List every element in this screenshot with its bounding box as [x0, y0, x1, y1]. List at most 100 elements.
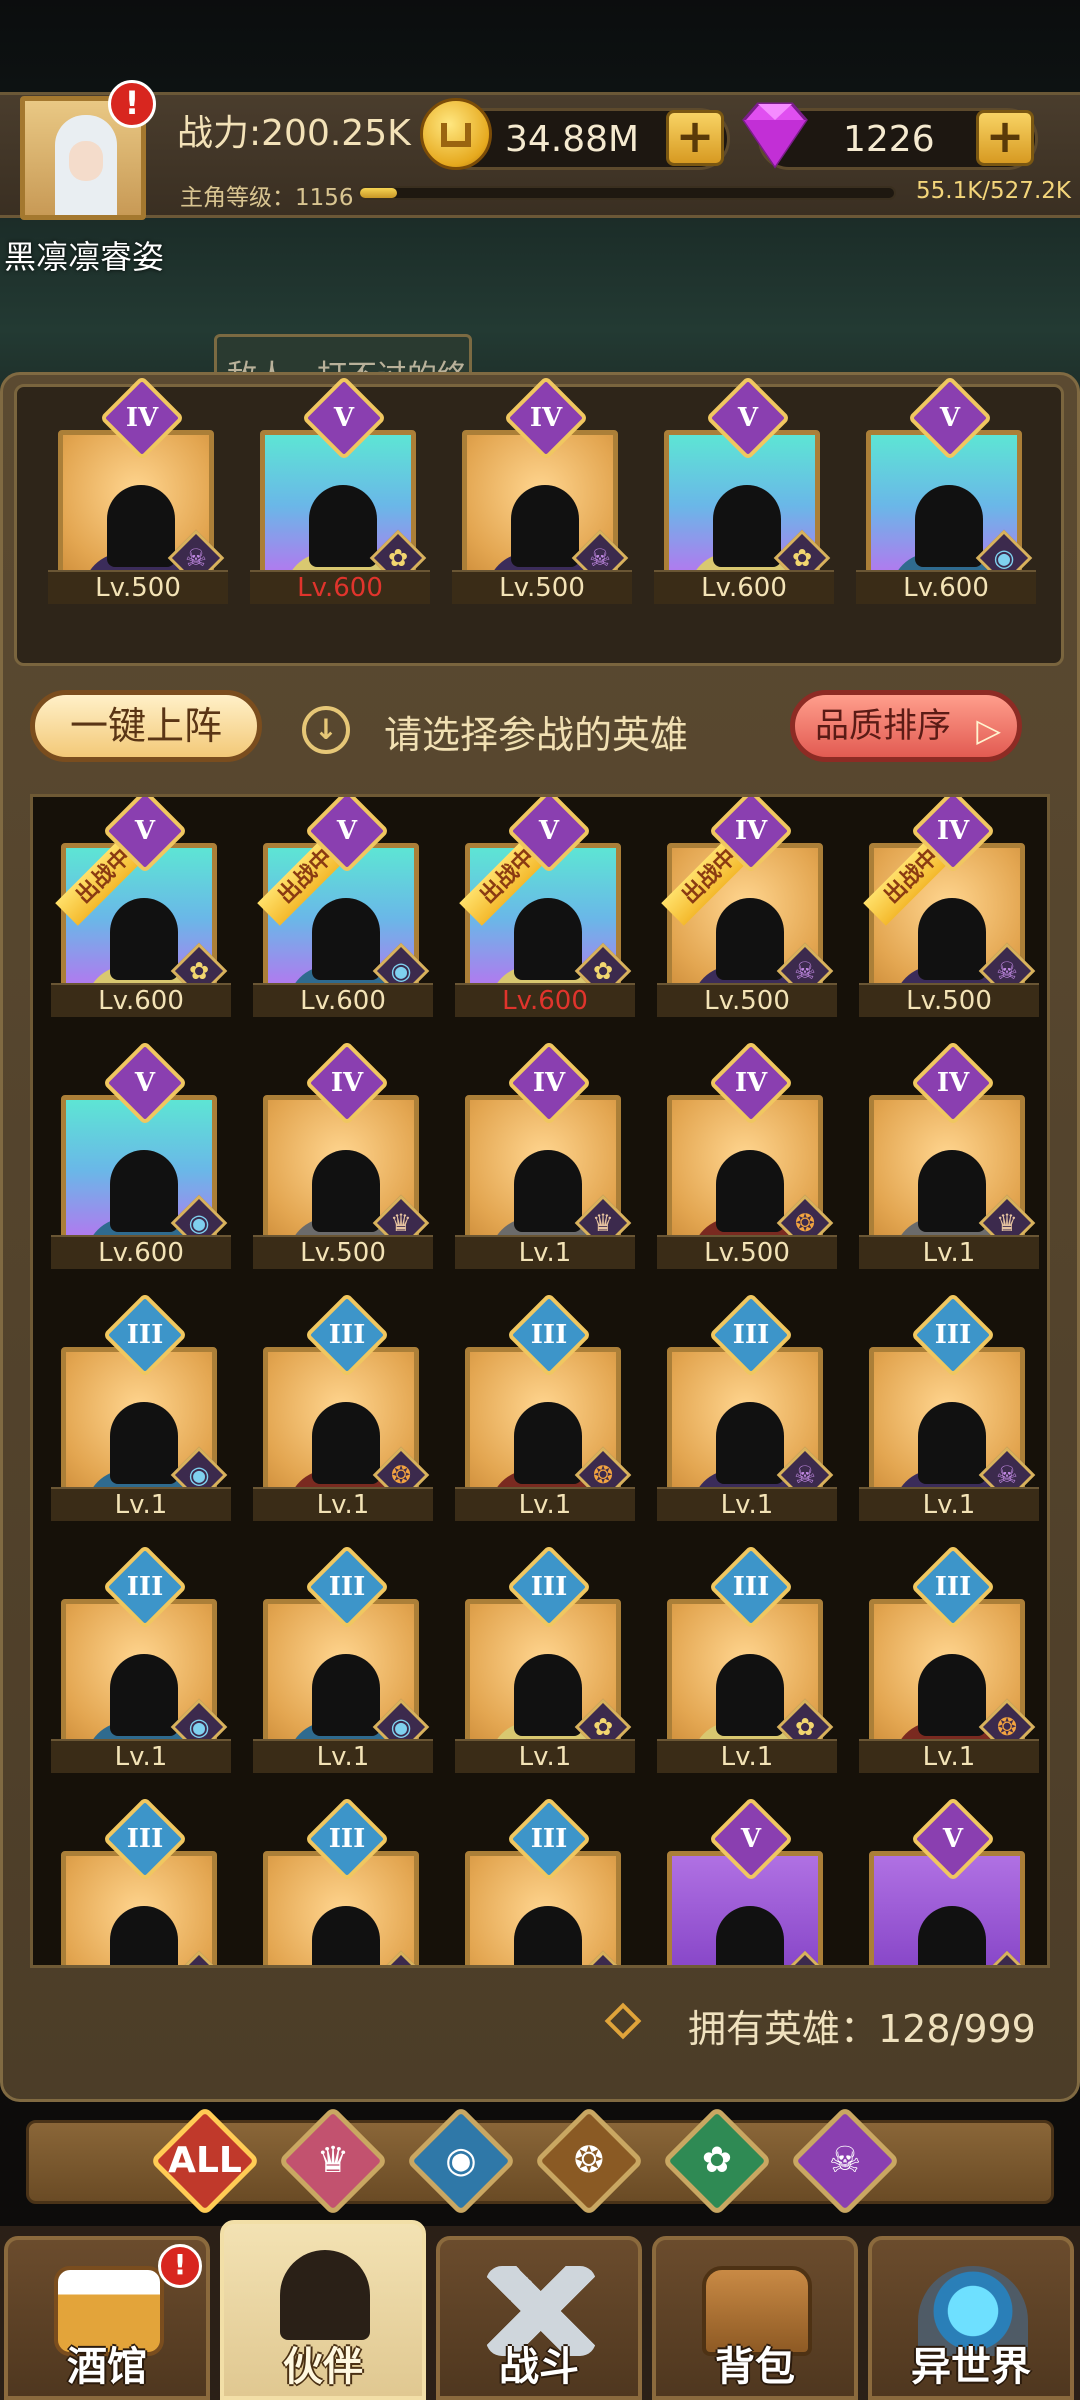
- hero-card[interactable]: V✿: [853, 1796, 1036, 1965]
- hero-card[interactable]: III ☠ Lv.1: [853, 1292, 1039, 1521]
- hero-card[interactable]: 出战中 V ✿ Lv.600: [45, 797, 231, 1017]
- hero-figure: [716, 898, 784, 980]
- rank-badge: III: [506, 1292, 592, 1378]
- rank-numeral: III: [328, 1572, 366, 1602]
- hero-figure: [110, 1654, 178, 1736]
- elf-faction-icon: ✿: [701, 2140, 733, 2181]
- rank-badge: V: [910, 1796, 996, 1882]
- rank-numeral: III: [328, 1824, 366, 1854]
- hero-figure: [110, 1906, 178, 1965]
- human-faction-icon: ♛: [372, 1950, 430, 1965]
- hero-card[interactable]: IV ♛ Lv.1: [449, 1040, 635, 1269]
- hero-card[interactable]: V ◉ Lv.600: [45, 1040, 231, 1269]
- nav-tab-label: 异世界: [911, 2344, 1031, 2390]
- hero-card[interactable]: III ❂ Lv.1: [247, 1292, 433, 1521]
- player-name: 黑凛凛睿姿: [4, 238, 165, 276]
- team-slot[interactable]: V ✿ Lv.600: [648, 375, 834, 604]
- rank-numeral: IV: [330, 1068, 364, 1098]
- filter-elf-faction-button[interactable]: ✿: [661, 2105, 773, 2217]
- auto-deploy-button[interactable]: 一键上阵: [30, 690, 262, 762]
- add-coins-button[interactable]: +: [666, 110, 724, 166]
- hero-level: Lv.600: [455, 983, 635, 1017]
- hero-figure: [511, 485, 579, 567]
- nav-tab-tavern[interactable]: 酒馆!: [4, 2236, 210, 2400]
- hero-figure: [312, 1654, 380, 1736]
- hero-level: Lv.600: [51, 1235, 231, 1269]
- hero-level: Lv.600: [51, 983, 231, 1017]
- rank-badge: V: [102, 1040, 188, 1126]
- filter-demon-faction-button[interactable]: ☠: [789, 2105, 901, 2217]
- rank-numeral: IV: [532, 1068, 566, 1098]
- tab-alert-icon: !: [158, 2244, 202, 2288]
- add-gems-button[interactable]: +: [976, 110, 1034, 166]
- quality-sort-button[interactable]: 品质排序 ▷: [790, 690, 1022, 762]
- hero-card[interactable]: III ◉ Lv.1: [45, 1292, 231, 1521]
- hero-card[interactable]: 出战中 IV ☠ Lv.500: [651, 797, 837, 1017]
- filter-human-faction-button[interactable]: ♛: [277, 2105, 389, 2217]
- hero-figure: [312, 1402, 380, 1484]
- hero-figure: [312, 898, 380, 980]
- rank-badge: III: [910, 1292, 996, 1378]
- hero-figure: [312, 1906, 380, 1965]
- nav-tab-partner[interactable]: 伙伴: [220, 2220, 426, 2400]
- hero-figure: [716, 1906, 784, 1965]
- hero-card[interactable]: III ✿ Lv.1: [449, 1544, 635, 1773]
- rank-numeral: III: [530, 1824, 568, 1854]
- team-slot[interactable]: V ◉ Lv.600: [850, 375, 1036, 604]
- hero-card[interactable]: III ❂ Lv.1: [449, 1292, 635, 1521]
- filter-all-button[interactable]: ALL: [149, 2105, 261, 2217]
- hero-figure: [713, 485, 781, 567]
- hero-figure: [918, 1150, 986, 1232]
- hero-grid[interactable]: 出战中 V ✿ Lv.600 出战中 V ◉ Lv.600 出战中 V ✿ Lv.600 出战中 IV ☠ L…: [30, 794, 1050, 1968]
- hero-card[interactable]: III ✿ Lv.1: [651, 1544, 837, 1773]
- hero-card[interactable]: 出战中 V ◉ Lv.600: [247, 797, 433, 1017]
- hero-card[interactable]: III ♛: [45, 1796, 228, 1965]
- hero-card[interactable]: 出战中 V ✿ Lv.600: [449, 797, 635, 1017]
- hero-card[interactable]: III ♛: [449, 1796, 632, 1965]
- nav-tab-label: 酒馆: [67, 2344, 147, 2390]
- nav-tab-otherworld[interactable]: 异世界: [868, 2236, 1074, 2400]
- filter-beast-faction-button[interactable]: ❂: [533, 2105, 645, 2217]
- human-faction-icon: ♛: [316, 2140, 350, 2181]
- hero-level: Lv.1: [859, 1739, 1039, 1773]
- team-slot[interactable]: V ✿ Lv.600: [244, 375, 430, 604]
- hero-figure: [716, 1402, 784, 1484]
- hero-card[interactable]: III ☠ Lv.1: [651, 1292, 837, 1521]
- hero-card[interactable]: III ◉ Lv.1: [247, 1544, 433, 1773]
- rank-numeral: V: [333, 403, 355, 433]
- rank-badge: V: [705, 375, 791, 461]
- hero-card[interactable]: IV ♛ Lv.500: [247, 1040, 433, 1269]
- nav-tab-battle[interactable]: 战斗: [436, 2236, 642, 2400]
- hero-level: Lv.500: [859, 983, 1039, 1017]
- hero-card[interactable]: 出战中 IV ☠ Lv.500: [853, 797, 1039, 1017]
- team-slot[interactable]: IV ☠ Lv.500: [42, 375, 228, 604]
- hero-card[interactable]: III ❂ Lv.1: [853, 1544, 1039, 1773]
- hero-card[interactable]: IV ❂ Lv.500: [651, 1040, 837, 1269]
- rank-badge: V: [907, 375, 993, 461]
- player-exp: 55.1K/527.2K: [916, 178, 1071, 204]
- rank-numeral: IV: [529, 403, 563, 433]
- rank-badge: III: [102, 1292, 188, 1378]
- rank-badge: III: [506, 1796, 592, 1882]
- hero-figure: [110, 1402, 178, 1484]
- filter-sea-faction-button[interactable]: ◉: [405, 2105, 517, 2217]
- hero-figure: [514, 1906, 582, 1965]
- hero-card[interactable]: III ◉ Lv.1: [45, 1544, 231, 1773]
- team-slot[interactable]: IV ☠ Lv.500: [446, 375, 632, 604]
- rank-badge: III: [304, 1544, 390, 1630]
- rank-numeral: III: [732, 1572, 770, 1602]
- nav-tab-backpack[interactable]: 背包: [652, 2236, 858, 2400]
- hero-card[interactable]: V☠: [651, 1796, 834, 1965]
- rank-numeral: V: [134, 816, 156, 846]
- hero-card[interactable]: III ♛: [247, 1796, 430, 1965]
- rank-numeral: III: [934, 1320, 972, 1350]
- play-arrow-icon: ▷: [976, 711, 1001, 749]
- hero-level: Lv.500: [657, 983, 837, 1017]
- rank-numeral: III: [934, 1572, 972, 1602]
- hero-card[interactable]: IV ♛ Lv.1: [853, 1040, 1039, 1269]
- rank-badge: III: [304, 1292, 390, 1378]
- owned-count: 拥有英雄：128/999: [688, 2007, 1036, 2051]
- avatar-alert-icon: !: [108, 80, 156, 128]
- combat-power: 战力:200.25K: [177, 113, 411, 154]
- rank-numeral: V: [134, 1068, 156, 1098]
